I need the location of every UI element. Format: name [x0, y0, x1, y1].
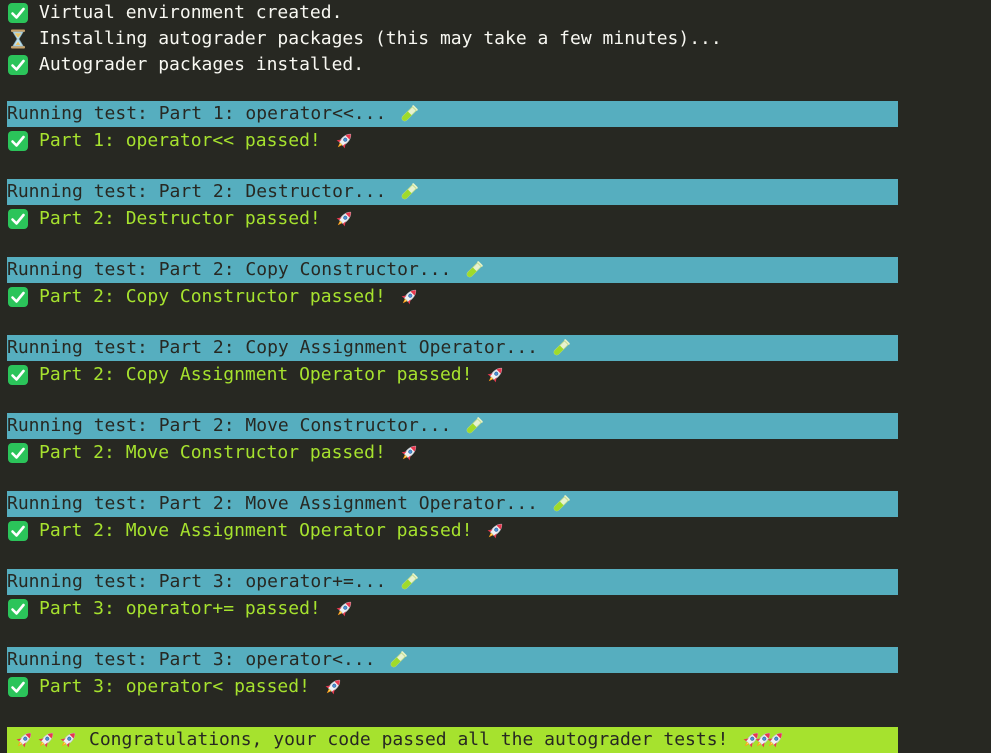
running-test-text: Running test: Part 2: Move Constructor..…: [7, 415, 452, 436]
passed-test-line: Part 2: Destructor passed!: [7, 206, 355, 232]
passed-test-line: Part 3: operator< passed!: [7, 674, 344, 700]
rocket-icon: [57, 729, 79, 751]
running-test-line: Running test: Part 2: Move Constructor..…: [7, 413, 898, 439]
check-icon: [7, 598, 29, 620]
passed-test-text: Part 1: operator<< passed!: [39, 130, 321, 151]
rocket-icon: [398, 286, 420, 308]
passed-test-line: Part 2: Move Constructor passed!: [7, 440, 420, 466]
check-icon: [7, 286, 29, 308]
passed-test-text: Part 2: Move Constructor passed!: [39, 442, 386, 463]
status-text: Autograder packages installed.: [39, 54, 365, 75]
rocket-icon: [333, 130, 355, 152]
rocket-icon: [322, 676, 344, 698]
running-test-line: Running test: Part 3: operator<...: [7, 647, 898, 673]
hourglass-icon: [7, 28, 29, 50]
status-line: Virtual environment created.: [7, 0, 342, 26]
passed-test-text: Part 2: Destructor passed!: [39, 208, 321, 229]
check-icon: [7, 442, 29, 464]
passed-test-text: Part 3: operator+= passed!: [39, 598, 321, 619]
passed-test-line: Part 2: Copy Assignment Operator passed!: [7, 362, 506, 388]
running-test-text: Running test: Part 1: operator<<...: [7, 103, 387, 124]
running-test-text: Running test: Part 2: Move Assignment Op…: [7, 493, 539, 514]
rocket-icon: [333, 208, 355, 230]
rocket-icon: [484, 364, 506, 386]
check-icon: [7, 676, 29, 698]
test-tube-icon: [398, 181, 420, 203]
test-tube-icon: [550, 337, 572, 359]
passed-test-line: Part 3: operator+= passed!: [7, 596, 355, 622]
check-icon: [7, 2, 29, 24]
status-line: Autograder packages installed.: [7, 52, 364, 78]
rocket-icon: [398, 442, 420, 464]
running-test-text: Running test: Part 3: operator+=...: [7, 571, 387, 592]
terminal-output: Virtual environment created. Installing …: [0, 0, 991, 753]
passed-test-text: Part 2: Move Assignment Operator passed!: [39, 520, 473, 541]
running-test-text: Running test: Part 2: Destructor...: [7, 181, 387, 202]
test-tube-icon: [387, 649, 409, 671]
running-test-line: Running test: Part 2: Destructor...: [7, 179, 898, 205]
test-tube-icon: [398, 103, 420, 125]
passed-test-text: Part 3: operator< passed!: [39, 676, 310, 697]
rocket-icon: [333, 598, 355, 620]
running-test-line: Running test: Part 2: Copy Constructor..…: [7, 257, 898, 283]
check-icon: [7, 130, 29, 152]
test-tube-icon: [463, 415, 485, 437]
passed-test-line: Part 1: operator<< passed!: [7, 128, 355, 154]
test-tube-icon: [463, 259, 485, 281]
rocket-icon: [13, 729, 35, 751]
rocket-icon: [484, 520, 506, 542]
running-test-line: Running test: Part 1: operator<<...: [7, 101, 898, 127]
passed-test-line: Part 2: Copy Constructor passed!: [7, 284, 420, 310]
status-text: Virtual environment created.: [39, 2, 343, 23]
status-text: Installing autograder packages (this may…: [39, 28, 722, 49]
running-test-text: Running test: Part 3: operator<...: [7, 649, 376, 670]
congratulations-text: Congratulations, your code passed all th…: [89, 729, 729, 750]
rocket-icon: [764, 729, 786, 751]
running-test-text: Running test: Part 2: Copy Assignment Op…: [7, 337, 539, 358]
running-test-line: Running test: Part 3: operator+=...: [7, 569, 898, 595]
test-tube-icon: [550, 493, 572, 515]
passed-test-text: Part 2: Copy Assignment Operator passed!: [39, 364, 473, 385]
running-test-text: Running test: Part 2: Copy Constructor..…: [7, 259, 452, 280]
check-icon: [7, 520, 29, 542]
running-test-line: Running test: Part 2: Copy Assignment Op…: [7, 335, 898, 361]
test-tube-icon: [398, 571, 420, 593]
status-line: Installing autograder packages (this may…: [7, 26, 722, 52]
passed-test-text: Part 2: Copy Constructor passed!: [39, 286, 386, 307]
check-icon: [7, 54, 29, 76]
running-test-line: Running test: Part 2: Move Assignment Op…: [7, 491, 898, 517]
check-icon: [7, 364, 29, 386]
passed-test-line: Part 2: Move Assignment Operator passed!: [7, 518, 506, 544]
congratulations-line: Congratulations, your code passed all th…: [7, 727, 898, 753]
rocket-icon: [35, 729, 57, 751]
check-icon: [7, 208, 29, 230]
